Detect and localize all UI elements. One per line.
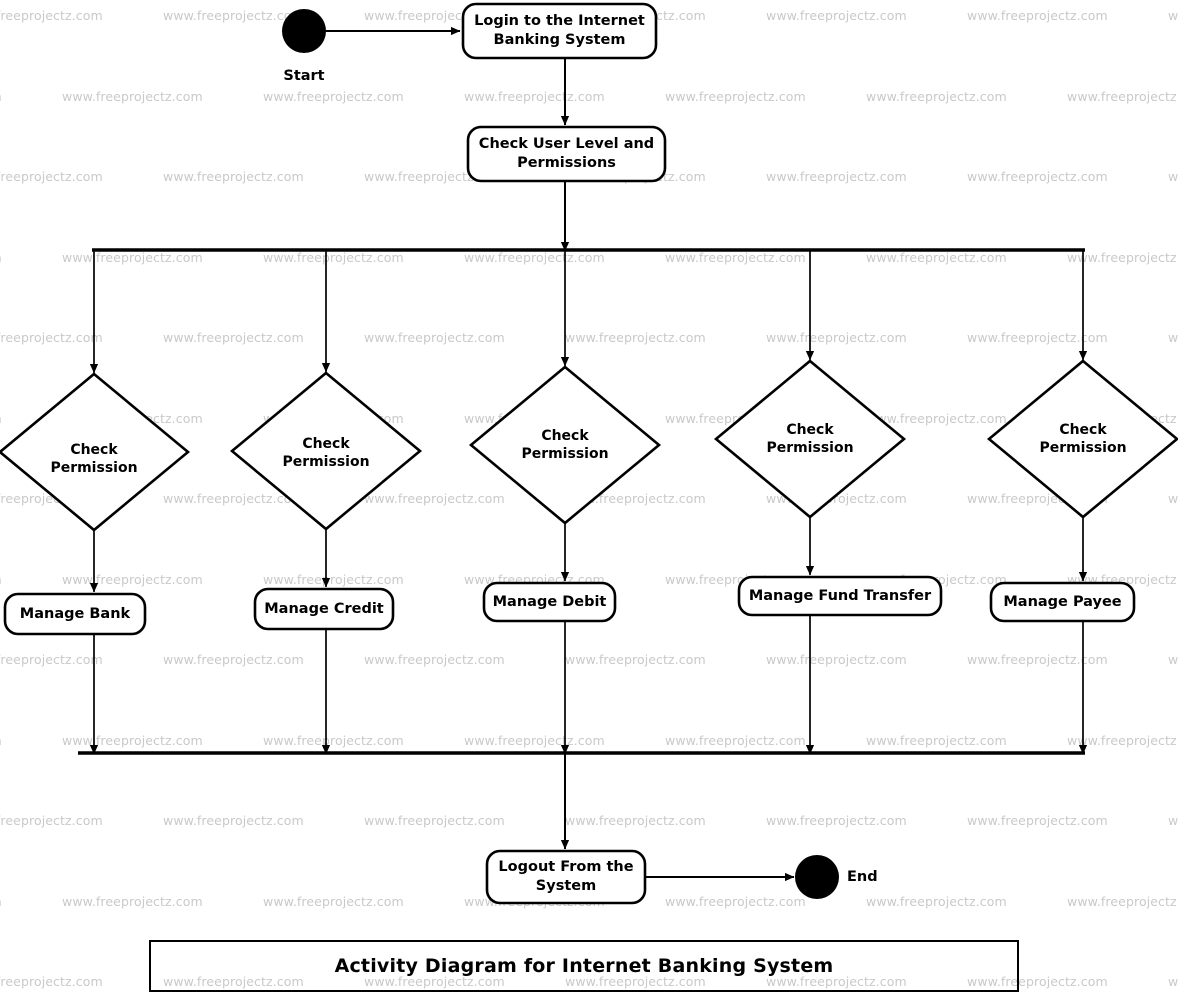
decision-node-check-permission-3[interactable] [468, 365, 662, 525]
title-box [149, 940, 1019, 992]
activity-node-manage-debit[interactable] [482, 581, 617, 623]
start-node[interactable] [282, 9, 326, 53]
decision-node-check-permission-5[interactable] [986, 359, 1178, 519]
activity-node-logout[interactable] [485, 849, 647, 905]
activity-node-manage-fund-transfer[interactable] [737, 575, 943, 617]
activity-node-manage-payee[interactable] [989, 581, 1136, 623]
diagram-vector-layer [0, 2, 1178, 992]
activity-node-check-user-level[interactable] [466, 125, 667, 183]
activity-diagram-canvas: www.freeprojectz.comwww.freeprojectz.com… [0, 0, 1178, 994]
decision-node-check-permission-4[interactable] [713, 359, 907, 519]
decision-node-check-permission-2[interactable] [229, 371, 423, 531]
end-node[interactable] [795, 855, 839, 899]
activity-node-manage-bank[interactable] [3, 592, 147, 636]
activity-node-login[interactable] [461, 2, 658, 60]
activity-node-manage-credit[interactable] [253, 587, 395, 631]
decision-node-check-permission-1[interactable] [0, 372, 191, 532]
